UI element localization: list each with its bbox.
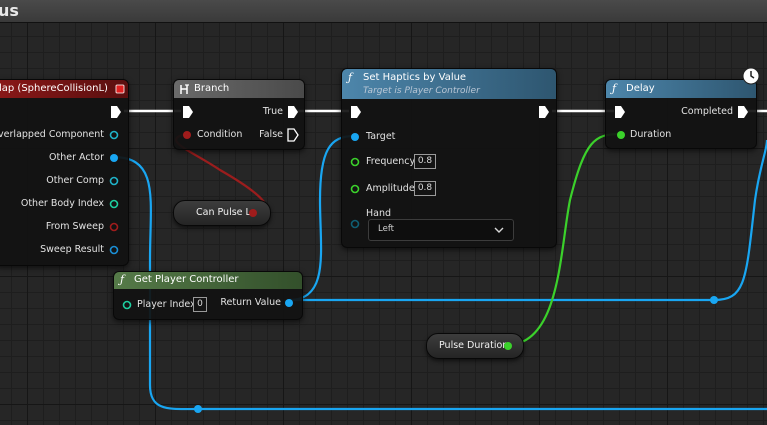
amplitude-input[interactable]: 0.8 [414,181,436,196]
hand-dropdown[interactable]: Left [368,219,514,241]
event-delegate-icon[interactable] [115,84,125,94]
pin-label-other-actor: Other Actor [49,152,104,163]
pin-label-player-index: Player Index [137,299,196,310]
frequency-pin[interactable] [350,157,360,167]
target-pin[interactable] [350,132,360,142]
duration-pin[interactable] [616,130,626,140]
other-actor-pin[interactable] [109,153,119,163]
get-player-controller-node[interactable]: ƒ Get Player Controller Player Index 0 R… [113,271,303,320]
pin-label-frequency: Frequency [366,156,416,167]
from-sweep-pin[interactable] [109,222,119,232]
pin-label-false: False [259,129,283,140]
wire-reroute-dot [194,405,202,413]
hand-pin[interactable] [350,219,360,229]
node-title: Get Player Controller [134,274,239,285]
delay-node[interactable]: ƒ Delay Completed Duration [605,79,757,149]
function-icon: ƒ [120,273,125,286]
pin-label-hand: Hand [366,208,392,219]
pin-label-duration: Duration [630,129,672,140]
set-haptics-node[interactable]: ƒ Set Haptics by Value Target is Player … [341,68,557,248]
pin-label-other-comp: Other Comp [46,175,104,186]
function-icon: ƒ [348,71,353,84]
exec-in-pin[interactable] [350,105,362,119]
can-pulse-out-pin[interactable] [248,208,258,218]
frequency-input[interactable]: 0.8 [414,154,436,169]
player-index-input[interactable]: 0 [193,297,207,312]
wire-reroute-dot [710,296,718,304]
pin-label-completed: Completed [681,106,733,117]
exec-true-pin[interactable] [287,105,299,119]
overlap-event-node[interactable]: lap (SphereCollisionL) Overlapped Compon… [0,79,129,266]
condition-pin[interactable] [182,130,192,140]
exec-out-pin[interactable] [538,105,550,119]
clock-icon [742,67,760,85]
pin-label-return-value: Return Value [220,297,281,308]
other-body-index-pin[interactable] [109,199,119,209]
chevron-down-icon [494,227,504,233]
can-pulse-variable-node[interactable]: Can Pulse L [173,200,271,226]
node-title: Set Haptics by Value [363,72,467,83]
branch-node[interactable]: Branch True Condition False [173,79,305,150]
node-title: lap (SphereCollisionL) [0,83,108,94]
pin-label-sweep-result: Sweep Result [40,244,104,255]
exec-false-pin[interactable] [287,128,299,142]
pin-label-from-sweep: From Sweep [45,221,104,232]
pulse-duration-variable-node[interactable]: Pulse Duration [426,333,524,359]
pin-label-amplitude: Amplitude [366,183,415,194]
sweep-result-pin[interactable] [109,245,119,255]
node-title: Branch [194,83,230,94]
pulse-duration-out-pin[interactable] [503,341,513,351]
branch-icon [180,84,189,94]
exec-in-pin[interactable] [182,105,194,119]
overlapped-component-pin[interactable] [109,130,119,140]
exec-out-pin[interactable] [110,105,122,119]
variable-label: Pulse Duration [439,340,509,351]
pin-label-condition: Condition [197,129,243,140]
amplitude-pin[interactable] [350,184,360,194]
pin-label-target: Target [366,131,396,142]
exec-completed-pin[interactable] [737,105,749,119]
return-value-pin[interactable] [284,298,294,308]
variable-label: Can Pulse L [196,207,251,218]
node-subtitle: Target is Player Controller [363,86,480,96]
pin-label-other-body-index: Other Body Index [20,198,104,209]
function-icon: ƒ [612,82,617,95]
other-comp-pin[interactable] [109,176,119,186]
hand-dropdown-value: Left [378,224,394,234]
exec-in-pin[interactable] [614,105,626,119]
node-title: Delay [626,83,655,94]
pin-label-overlapped-component: Overlapped Component [0,129,104,140]
player-index-pin[interactable] [122,300,132,310]
pin-label-true: True [262,106,283,117]
